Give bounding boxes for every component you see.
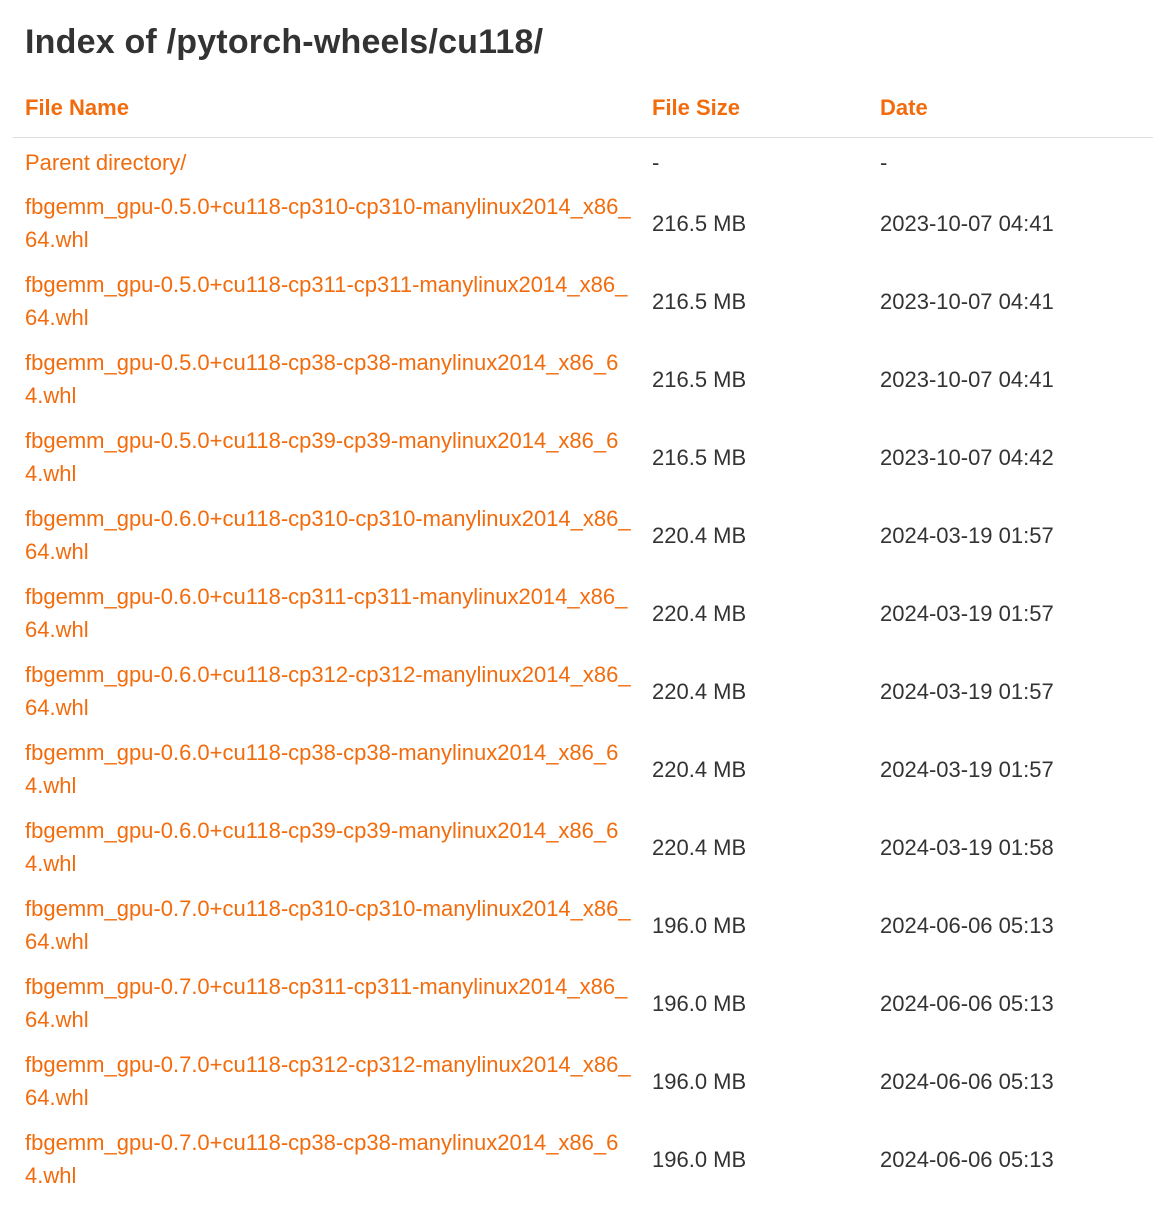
file-name-cell: fbgemm_gpu-0.6.0+cu118-cp311-cp311-manyl… <box>13 574 640 652</box>
parent-directory-date: - <box>880 149 888 175</box>
table-body: Parent directory/ - - fbgemm_gpu-0.5.0+c… <box>13 138 1153 1199</box>
file-name-cell: fbgemm_gpu-0.5.0+cu118-cp39-cp39-manylin… <box>13 418 640 496</box>
table-row: fbgemm_gpu-0.7.0+cu118-cp312-cp312-manyl… <box>13 1042 1153 1120</box>
file-name-cell: fbgemm_gpu-0.6.0+cu118-cp310-cp310-manyl… <box>13 496 640 574</box>
table-row: fbgemm_gpu-0.7.0+cu118-cp38-cp38-manylin… <box>13 1120 1153 1198</box>
file-link[interactable]: fbgemm_gpu-0.5.0+cu118-cp39-cp39-manylin… <box>25 428 618 486</box>
file-date-cell: 2023-10-07 04:41 <box>880 366 1054 392</box>
file-date-cell: 2024-06-06 05:13 <box>880 990 1054 1016</box>
file-listing-table: File Name File Size Date Parent director… <box>13 95 1153 1198</box>
file-date-cell: 2023-10-07 04:41 <box>880 288 1054 314</box>
table-row: fbgemm_gpu-0.5.0+cu118-cp311-cp311-manyl… <box>13 262 1153 340</box>
file-date-cell: 2024-06-06 05:13 <box>880 1068 1054 1094</box>
file-size-cell: 196.0 MB <box>652 1068 747 1094</box>
file-link[interactable]: fbgemm_gpu-0.7.0+cu118-cp311-cp311-manyl… <box>25 974 627 1032</box>
page-container: Index of /pytorch-wheels/cu118/ File Nam… <box>0 0 1173 1198</box>
file-size-cell: 196.0 MB <box>652 990 747 1016</box>
file-link[interactable]: fbgemm_gpu-0.6.0+cu118-cp310-cp310-manyl… <box>25 506 631 564</box>
file-size-cell: 196.0 MB <box>652 1146 747 1172</box>
table-row: fbgemm_gpu-0.6.0+cu118-cp39-cp39-manylin… <box>13 808 1153 886</box>
file-name-cell: fbgemm_gpu-0.6.0+cu118-cp312-cp312-manyl… <box>13 652 640 730</box>
file-link[interactable]: fbgemm_gpu-0.6.0+cu118-cp312-cp312-manyl… <box>25 662 631 720</box>
file-date-cell: 2023-10-07 04:42 <box>880 444 1054 470</box>
file-link[interactable]: fbgemm_gpu-0.5.0+cu118-cp38-cp38-manylin… <box>25 350 618 408</box>
file-link[interactable]: fbgemm_gpu-0.7.0+cu118-cp312-cp312-manyl… <box>25 1052 631 1110</box>
file-date-cell: 2023-10-07 04:41 <box>880 210 1054 236</box>
file-name-cell: fbgemm_gpu-0.7.0+cu118-cp311-cp311-manyl… <box>13 964 640 1042</box>
file-name-cell: fbgemm_gpu-0.5.0+cu118-cp311-cp311-manyl… <box>13 262 640 340</box>
file-size-cell: 216.5 MB <box>652 444 747 470</box>
table-row: fbgemm_gpu-0.7.0+cu118-cp310-cp310-manyl… <box>13 886 1153 964</box>
file-size-cell: 216.5 MB <box>652 210 747 236</box>
file-name-cell: fbgemm_gpu-0.5.0+cu118-cp310-cp310-manyl… <box>13 184 640 262</box>
table-row: fbgemm_gpu-0.5.0+cu118-cp38-cp38-manylin… <box>13 340 1153 418</box>
file-size-cell: 220.4 MB <box>652 678 747 704</box>
table-row: fbgemm_gpu-0.7.0+cu118-cp311-cp311-manyl… <box>13 964 1153 1042</box>
column-header-file-name: File Name <box>13 95 640 138</box>
table-row: fbgemm_gpu-0.6.0+cu118-cp38-cp38-manylin… <box>13 730 1153 808</box>
header-row: File Name File Size Date <box>13 95 1153 138</box>
file-date-cell: 2024-06-06 05:13 <box>880 912 1054 938</box>
file-size-cell: 220.4 MB <box>652 522 747 548</box>
file-date-cell: 2024-03-19 01:57 <box>880 522 1054 548</box>
file-date-cell: 2024-06-06 05:13 <box>880 1146 1054 1172</box>
file-link[interactable]: fbgemm_gpu-0.7.0+cu118-cp310-cp310-manyl… <box>25 896 631 954</box>
file-name-cell: fbgemm_gpu-0.6.0+cu118-cp38-cp38-manylin… <box>13 730 640 808</box>
file-link[interactable]: fbgemm_gpu-0.5.0+cu118-cp311-cp311-manyl… <box>25 272 627 330</box>
file-name-cell: fbgemm_gpu-0.7.0+cu118-cp310-cp310-manyl… <box>13 886 640 964</box>
table-row: fbgemm_gpu-0.6.0+cu118-cp312-cp312-manyl… <box>13 652 1153 730</box>
file-date-cell: 2024-03-19 01:58 <box>880 834 1054 860</box>
file-name-cell: fbgemm_gpu-0.6.0+cu118-cp39-cp39-manylin… <box>13 808 640 886</box>
file-size-cell: 216.5 MB <box>652 366 747 392</box>
parent-directory-row: Parent directory/ - - <box>13 138 1153 185</box>
file-date-cell: 2024-03-19 01:57 <box>880 600 1054 626</box>
file-size-cell: 220.4 MB <box>652 756 747 782</box>
file-link[interactable]: fbgemm_gpu-0.6.0+cu118-cp311-cp311-manyl… <box>25 584 627 642</box>
page-title: Index of /pytorch-wheels/cu118/ <box>25 23 544 61</box>
parent-directory-size: - <box>652 149 660 175</box>
file-name-cell: fbgemm_gpu-0.5.0+cu118-cp38-cp38-manylin… <box>13 340 640 418</box>
file-size-cell: 216.5 MB <box>652 288 747 314</box>
file-size-cell: 220.4 MB <box>652 834 747 860</box>
file-link[interactable]: fbgemm_gpu-0.5.0+cu118-cp310-cp310-manyl… <box>25 194 631 252</box>
table-row: fbgemm_gpu-0.6.0+cu118-cp311-cp311-manyl… <box>13 574 1153 652</box>
file-link[interactable]: fbgemm_gpu-0.6.0+cu118-cp39-cp39-manylin… <box>25 818 618 876</box>
parent-directory-cell: Parent directory/ <box>13 138 640 185</box>
column-header-file-size: File Size <box>640 95 868 138</box>
file-link[interactable]: fbgemm_gpu-0.7.0+cu118-cp38-cp38-manylin… <box>25 1130 618 1188</box>
table-row: fbgemm_gpu-0.5.0+cu118-cp39-cp39-manylin… <box>13 418 1153 496</box>
file-date-cell: 2024-03-19 01:57 <box>880 756 1054 782</box>
file-date-cell: 2024-03-19 01:57 <box>880 678 1054 704</box>
file-link[interactable]: fbgemm_gpu-0.6.0+cu118-cp38-cp38-manylin… <box>25 740 618 798</box>
file-name-cell: fbgemm_gpu-0.7.0+cu118-cp38-cp38-manylin… <box>13 1120 640 1198</box>
table-row: fbgemm_gpu-0.5.0+cu118-cp310-cp310-manyl… <box>13 184 1153 262</box>
column-header-date: Date <box>868 95 1153 138</box>
parent-directory-link[interactable]: Parent directory/ <box>25 150 186 175</box>
table-header: File Name File Size Date <box>13 95 1153 138</box>
file-size-cell: 196.0 MB <box>652 912 747 938</box>
table-row: fbgemm_gpu-0.6.0+cu118-cp310-cp310-manyl… <box>13 496 1153 574</box>
file-size-cell: 220.4 MB <box>652 600 747 626</box>
file-name-cell: fbgemm_gpu-0.7.0+cu118-cp312-cp312-manyl… <box>13 1042 640 1120</box>
